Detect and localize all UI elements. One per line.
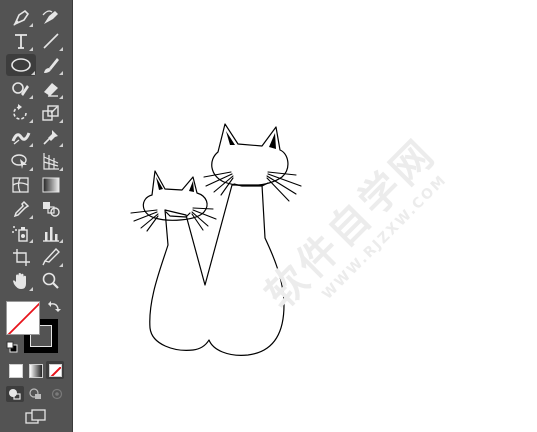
draw-inside-icon <box>51 388 63 400</box>
gradient-tool-icon <box>42 177 60 193</box>
scale-tool[interactable] <box>38 102 64 124</box>
tool-group-indicator <box>29 143 33 147</box>
tool-group-indicator <box>59 71 63 75</box>
tool-group-indicator <box>59 263 63 267</box>
blend-tool[interactable] <box>38 198 64 220</box>
fill-swatch[interactable] <box>6 301 40 335</box>
draw-normal-icon <box>9 389 21 400</box>
artboard-canvas[interactable]: 软件自学网 WWW.RJZXW.COM <box>74 0 537 432</box>
shape-builder-tool[interactable] <box>8 150 34 172</box>
cats-body-outline <box>149 184 285 356</box>
none-swatch <box>49 364 62 377</box>
draw-normal-button[interactable] <box>6 386 24 402</box>
big-cat-left-whiskers <box>203 171 234 196</box>
cats-drawing <box>130 123 302 356</box>
column-graph-tool[interactable] <box>38 222 64 244</box>
slice-tool[interactable] <box>38 246 64 268</box>
ellipse-tool[interactable] <box>6 54 36 76</box>
big-cat-right-whiskers <box>266 171 302 202</box>
tool-group-indicator <box>29 47 33 51</box>
draw-behind-button[interactable] <box>27 386 45 402</box>
tool-group-indicator <box>59 47 63 51</box>
width-tool[interactable] <box>8 126 34 148</box>
line-segment-tool[interactable] <box>38 30 64 52</box>
zoom-tool-icon <box>42 272 59 289</box>
swap-fill-stroke-button[interactable] <box>48 300 62 314</box>
artboard-tool[interactable] <box>8 246 34 268</box>
perspective-grid-tool[interactable] <box>38 150 64 172</box>
hand-tool[interactable] <box>8 270 34 292</box>
symbol-sprayer-tool[interactable] <box>8 222 34 244</box>
color-mode-button[interactable] <box>9 364 23 378</box>
paintbrush-tool[interactable] <box>38 54 64 76</box>
curvature-tool-icon <box>42 10 58 24</box>
none-mode-button[interactable] <box>46 361 64 379</box>
default-fill-stroke-button[interactable] <box>6 340 18 353</box>
tool-group-indicator <box>59 95 63 99</box>
eyedropper-tool[interactable] <box>8 198 34 220</box>
tool-group-indicator <box>29 95 33 99</box>
mesh-tool-icon <box>12 177 29 193</box>
tool-group-indicator <box>31 71 35 75</box>
gradient-tool[interactable] <box>38 174 64 196</box>
ellipse-tool-icon <box>11 58 31 72</box>
change-screen-mode-button[interactable] <box>24 409 48 427</box>
screen-mode-icon <box>25 409 46 424</box>
small-cat-right-ear-inner <box>189 181 194 192</box>
none-slash-icon <box>50 366 61 376</box>
swap-arrow-icon <box>48 301 61 312</box>
artboard-tool-icon <box>13 249 30 266</box>
mesh-tool[interactable] <box>8 174 34 196</box>
zoom-tool[interactable] <box>38 270 64 292</box>
fill-none-slash-icon <box>7 302 39 334</box>
tool-group-indicator <box>29 167 33 171</box>
gradient-mode-button[interactable] <box>29 364 43 378</box>
default-colors-icon <box>6 341 18 353</box>
tool-group-indicator <box>59 143 63 147</box>
tool-group-indicator <box>29 287 33 291</box>
tool-group-indicator <box>59 119 63 123</box>
tool-group-indicator <box>29 119 33 123</box>
tool-group-indicator <box>29 239 33 243</box>
type-tool[interactable] <box>8 30 34 52</box>
small-cat-left-whiskers <box>130 209 159 232</box>
shaper-tool[interactable] <box>8 78 34 100</box>
draw-behind-icon <box>29 388 41 399</box>
pen-tool[interactable] <box>8 6 34 28</box>
tool-group-indicator <box>59 167 63 171</box>
puppet-warp-tool[interactable] <box>38 126 64 148</box>
tool-group-indicator <box>29 215 33 219</box>
tool-group-indicator <box>59 239 63 243</box>
eraser-tool[interactable] <box>38 78 64 100</box>
tools-panel <box>0 0 73 432</box>
tool-group-indicator <box>29 23 33 27</box>
big-cat-head <box>211 123 289 187</box>
draw-inside-button[interactable] <box>48 386 66 402</box>
panel-grip[interactable] <box>10 0 60 3</box>
curvature-tool[interactable] <box>38 6 64 28</box>
rotate-tool[interactable] <box>8 102 34 124</box>
blend-tool-icon <box>43 202 60 217</box>
